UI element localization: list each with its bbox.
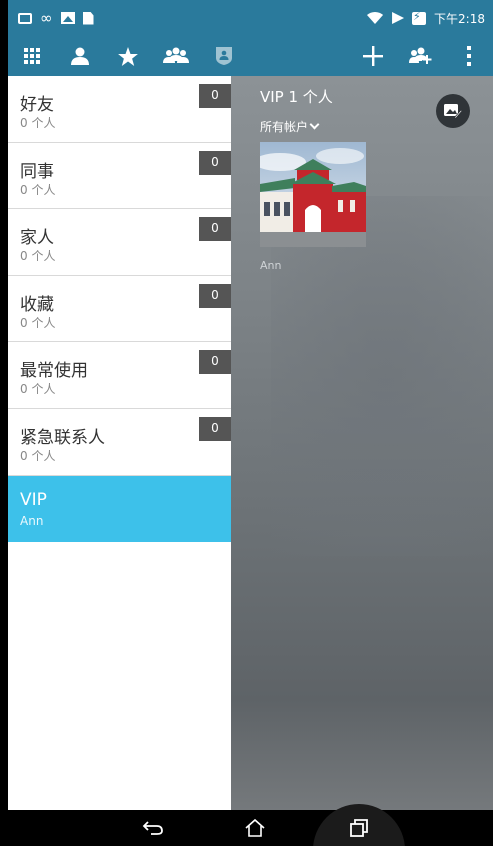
voicemail-icon: ∞ (40, 9, 53, 27)
group-count-badge: 0 (199, 217, 231, 242)
group-name: 家人 (20, 228, 54, 249)
back-icon (142, 821, 163, 835)
shield-icon[interactable] (200, 36, 248, 76)
group-member-count: 0 个人 (20, 315, 56, 330)
edit-group-icon (444, 104, 462, 119)
add-group-icon[interactable] (397, 36, 445, 76)
group-member-count: 0 个人 (20, 116, 56, 130)
group-item-family[interactable]: 家人 0 个人 0 (8, 209, 231, 276)
group-item-friends[interactable]: 好友 0 个人 0 (8, 76, 231, 143)
chevron-down-icon (309, 119, 320, 130)
contact-photo-image (260, 142, 366, 247)
image-icon (60, 12, 75, 24)
contact-name: Ann (260, 259, 282, 272)
account-filter-dropdown[interactable]: 所有帐户 (260, 118, 320, 135)
group-detail-panel: VIP 1 个人 所有帐户 Ann (231, 76, 493, 810)
group-item-coworkers[interactable]: 同事 0 个人 0 (8, 143, 231, 210)
group-count-badge: 0 (199, 283, 231, 308)
group-item-frequent[interactable]: 最常使用 0 个人 0 (8, 342, 231, 409)
star-icon[interactable] (104, 36, 152, 76)
group-item-vip[interactable]: VIP Ann (8, 475, 231, 543)
wifi-icon (367, 11, 384, 24)
apps-grid-icon[interactable] (8, 36, 56, 76)
group-count-badge: 0 (199, 350, 231, 375)
group-item-emergency[interactable]: 紧急联系人 0 个人 0 (8, 409, 231, 476)
group-name: 紧急联系人 (20, 427, 105, 448)
group-member-count: 0 个人 (20, 182, 56, 197)
notification-icons: ∞ (18, 9, 94, 27)
action-bar (8, 36, 493, 76)
groups-icon[interactable] (152, 36, 200, 76)
group-member-count: 0 个人 (20, 382, 56, 397)
recent-apps-button[interactable] (339, 810, 379, 846)
group-count-badge: 0 (199, 150, 231, 175)
add-icon[interactable] (349, 36, 397, 76)
account-filter-label: 所有帐户 (260, 120, 309, 134)
person-icon[interactable] (56, 36, 104, 76)
battery-charging-icon (412, 10, 427, 25)
group-name: 收藏 (20, 294, 54, 315)
group-name: 好友 (20, 95, 54, 115)
group-member-count: 0 个人 (20, 249, 56, 264)
message-icon (18, 12, 32, 24)
group-count-badge: 0 (199, 84, 231, 108)
contact-photo[interactable] (260, 142, 366, 247)
home-button[interactable] (235, 810, 275, 846)
status-bar: ∞ 下午2:18 (8, 0, 493, 36)
group-list: 好友 0 个人 0 同事 0 个人 0 家人 0 个人 0 收藏 0 个人 0 … (8, 76, 231, 810)
group-name: 同事 (20, 161, 54, 182)
group-name: 最常使用 (20, 361, 88, 382)
more-vert-icon[interactable] (445, 36, 493, 76)
recent-apps-icon (350, 819, 368, 837)
sync-icon (392, 12, 405, 24)
navigation-bar (8, 804, 493, 846)
clock: 下午2:18 (434, 11, 485, 26)
home-icon (245, 818, 265, 837)
back-button[interactable] (133, 810, 173, 846)
group-item-favorites[interactable]: 收藏 0 个人 0 (8, 276, 231, 343)
group-name: VIP (20, 489, 47, 510)
edit-group-button[interactable] (436, 94, 470, 128)
group-member-summary: Ann (20, 513, 44, 528)
group-detail-title: VIP 1 个人 (260, 88, 333, 106)
group-count-badge: 0 (199, 416, 231, 441)
document-icon (82, 11, 94, 25)
group-member-count: 0 个人 (20, 448, 56, 463)
system-icons: 下午2:18 (366, 10, 485, 27)
